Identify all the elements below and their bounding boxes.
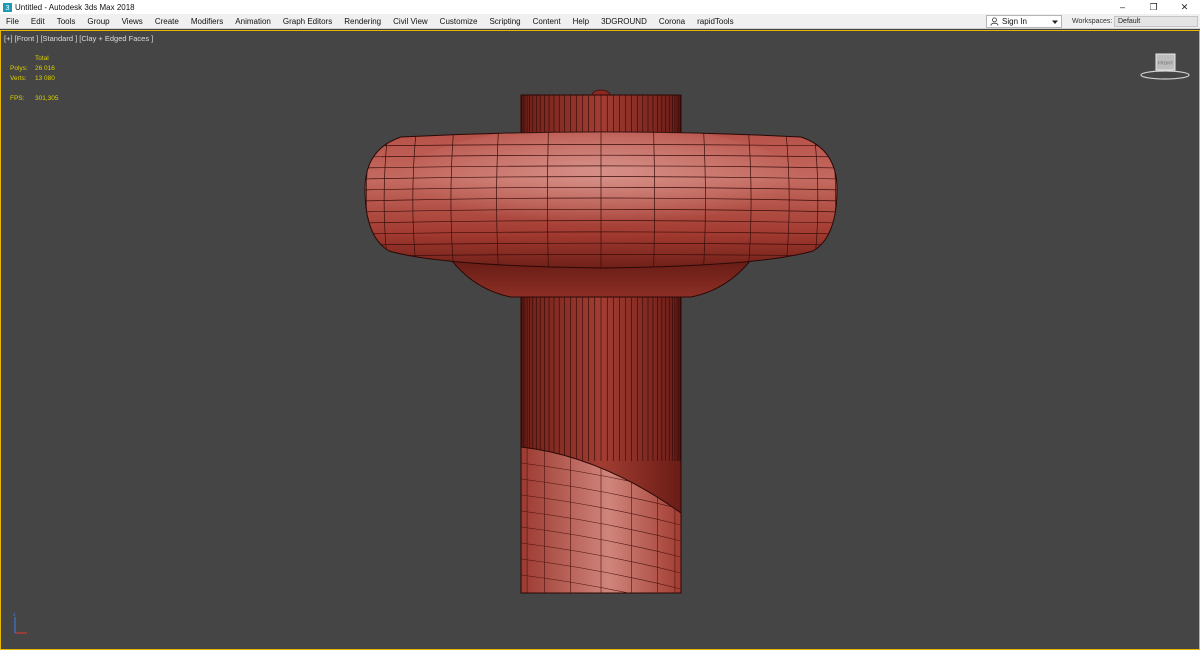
menu-item-tools[interactable]: Tools	[51, 14, 82, 29]
menu-item-customize[interactable]: Customize	[434, 14, 484, 29]
workspaces-label: Workspaces:	[1072, 18, 1113, 25]
menu-item-file[interactable]: File	[0, 14, 25, 29]
front-viewport[interactable]: [+] [Front ] [Standard ] [Clay + Edged F…	[0, 30, 1200, 650]
chevron-down-icon	[1052, 20, 1058, 24]
window-title: Untitled - Autodesk 3ds Max 2018	[15, 2, 135, 12]
sign-in-button[interactable]: Sign In	[986, 15, 1062, 28]
maximize-button[interactable]: ❐	[1138, 0, 1169, 14]
menu-item-rendering[interactable]: Rendering	[338, 14, 387, 29]
3dsmax-app-icon: 3	[3, 2, 12, 12]
menu-item-edit[interactable]: Edit	[25, 14, 51, 29]
axis-tripod-icon: z	[13, 612, 27, 634]
menu-item-modifiers[interactable]: Modifiers	[185, 14, 229, 29]
close-button[interactable]: ✕	[1169, 0, 1200, 14]
viewcube-icon[interactable]: FRONT	[1139, 51, 1191, 81]
verts-label: Verts:	[10, 75, 27, 82]
menu-item-corona[interactable]: Corona	[653, 14, 691, 29]
menu-item-group[interactable]: Group	[81, 14, 115, 29]
polys-label: Polys:	[10, 65, 28, 72]
title-bar: 3 Untitled - Autodesk 3ds Max 2018 – ❐ ✕	[0, 0, 1200, 14]
verts-value: 13 080	[35, 75, 55, 82]
workspaces-dropdown[interactable]: Default	[1114, 16, 1198, 27]
fps-value: 301,305	[35, 95, 59, 102]
menu-item-rapidtools[interactable]: rapidTools	[691, 14, 739, 29]
menu-item-scripting[interactable]: Scripting	[483, 14, 526, 29]
sign-in-label: Sign In	[1002, 17, 1027, 26]
user-icon	[990, 17, 999, 26]
svg-text:3: 3	[6, 3, 10, 12]
polys-value: 26 016	[35, 65, 55, 72]
menu-item-animation[interactable]: Animation	[229, 14, 277, 29]
stats-header: Total	[35, 55, 49, 62]
menu-item-content[interactable]: Content	[527, 14, 567, 29]
3d-model-render[interactable]	[1, 31, 1199, 649]
minimize-button[interactable]: –	[1107, 0, 1138, 14]
menu-items: File Edit Tools Group Views Create Modifiers An…	[0, 14, 740, 29]
svg-text:z: z	[13, 612, 16, 618]
scene-statistics: Total Polys: 26 016 Verts: 13 080 FPS: 301,…	[10, 54, 59, 104]
menu-bar: File Edit Tools Group Views Create Modifiers An…	[0, 14, 1200, 29]
menu-item-help[interactable]: Help	[567, 14, 595, 29]
viewport-label[interactable]: [+] [Front ] [Standard ] [Clay + Edged F…	[4, 34, 153, 43]
viewcube-face-label: FRONT	[1158, 61, 1174, 66]
menu-item-3dground[interactable]: 3DGROUND	[595, 14, 653, 29]
menu-item-create[interactable]: Create	[149, 14, 185, 29]
menu-item-graph-editors[interactable]: Graph Editors	[277, 14, 338, 29]
fps-label: FPS:	[10, 95, 25, 102]
menu-item-civil-view[interactable]: Civil View	[387, 14, 434, 29]
menu-item-views[interactable]: Views	[116, 14, 149, 29]
